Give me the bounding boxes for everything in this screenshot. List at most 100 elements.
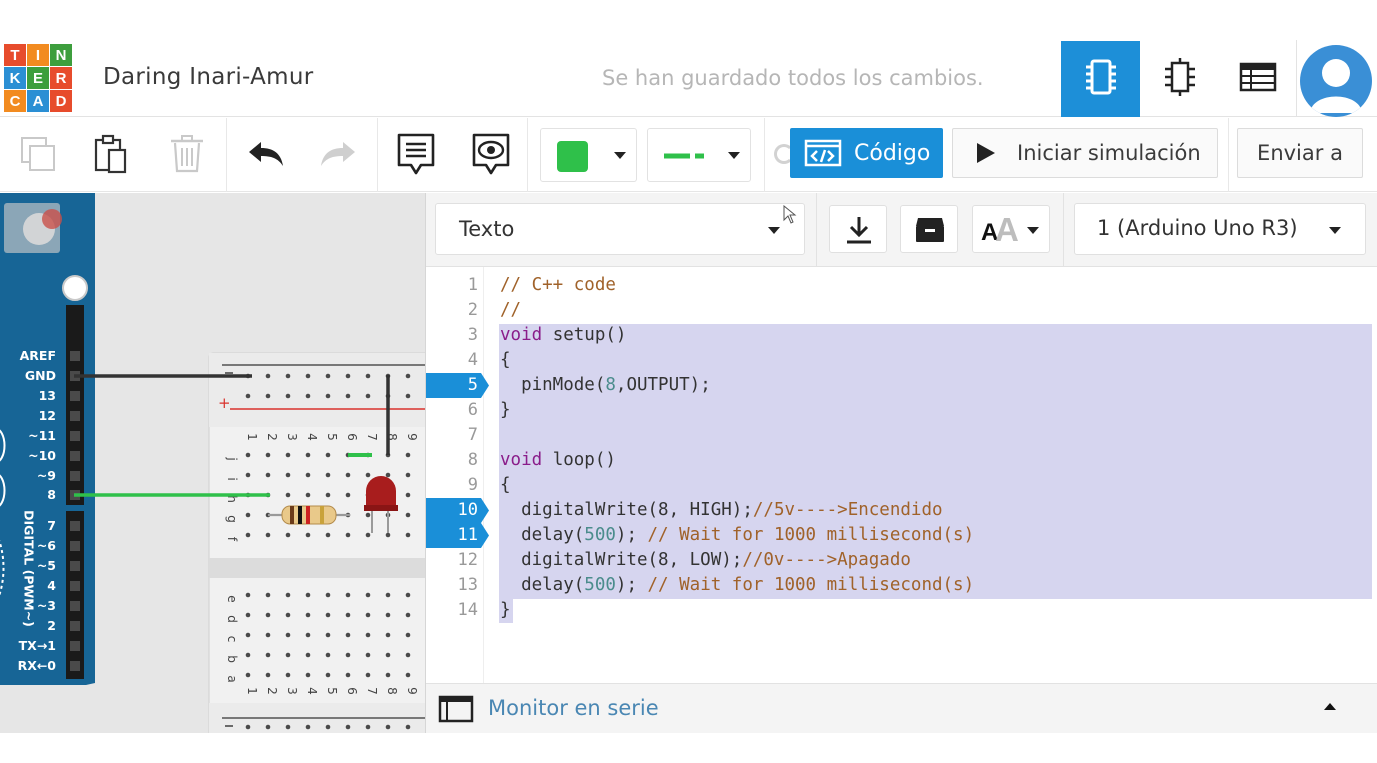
- breadboard-hole[interactable]: [365, 472, 371, 478]
- arduino-header-pin[interactable]: [70, 351, 80, 361]
- arduino-header-pin[interactable]: [70, 641, 80, 651]
- breadboard-hole[interactable]: [265, 472, 271, 478]
- code-editor[interactable]: 1 2 3 4 5 6 7 8 9 10 11 12 13 14 // C++ code//void se…: [426, 267, 1377, 683]
- breadboard-hole[interactable]: [325, 672, 331, 678]
- breadboard-hole[interactable]: [385, 652, 391, 658]
- project-title[interactable]: Daring Inari-Amur: [103, 64, 314, 90]
- breadboard-hole[interactable]: [265, 672, 271, 678]
- code-line[interactable]: delay(500); // Wait for 1000 millisecond…: [500, 523, 974, 548]
- breadboard-hole[interactable]: [385, 592, 391, 598]
- chevron-up-icon[interactable]: [1324, 703, 1336, 710]
- breadboard-hole[interactable]: [305, 592, 311, 598]
- line-number[interactable]: 3: [426, 323, 478, 348]
- line-number[interactable]: 2: [426, 298, 478, 323]
- breadboard-hole[interactable]: [385, 724, 391, 730]
- line-number[interactable]: 8: [426, 448, 478, 473]
- code-line[interactable]: void loop(): [500, 448, 616, 473]
- paste-button[interactable]: [88, 132, 132, 176]
- arduino-header-pin[interactable]: [70, 431, 80, 441]
- breadboard-hole[interactable]: [325, 532, 331, 538]
- code-line[interactable]: // C++ code: [500, 273, 616, 298]
- breadboard-hole[interactable]: [325, 612, 331, 618]
- breadboard-hole[interactable]: [305, 652, 311, 658]
- breadboard-hole[interactable]: [325, 652, 331, 658]
- code-line[interactable]: digitalWrite(8, HIGH);//5v---->Encendido: [500, 498, 942, 523]
- breadboard-hole[interactable]: [265, 532, 271, 538]
- visibility-button[interactable]: [469, 132, 513, 176]
- tinkercad-logo[interactable]: TIN KER CAD: [4, 44, 72, 112]
- arduino-header-pin[interactable]: [70, 451, 80, 461]
- arduino-header-pin[interactable]: [70, 521, 80, 531]
- breadboard-hole[interactable]: [265, 452, 271, 458]
- line-number[interactable]: 7: [426, 423, 478, 448]
- breadboard-hole[interactable]: [345, 393, 351, 399]
- circuit-view-button[interactable]: [1061, 41, 1140, 117]
- breadboard-hole[interactable]: [365, 532, 371, 538]
- breadboard-hole[interactable]: [265, 592, 271, 598]
- breadboard-hole[interactable]: [345, 472, 351, 478]
- line-number[interactable]: 11: [426, 523, 489, 548]
- arduino-header-pin[interactable]: [70, 561, 80, 571]
- breadboard-hole[interactable]: [365, 612, 371, 618]
- breadboard-hole[interactable]: [305, 724, 311, 730]
- line-number[interactable]: 13: [426, 573, 478, 598]
- breadboard-hole[interactable]: [365, 512, 371, 518]
- breadboard-hole[interactable]: [245, 632, 251, 638]
- breadboard-hole[interactable]: [345, 612, 351, 618]
- board-select[interactable]: 1 (Arduino Uno R3): [1074, 203, 1366, 255]
- breadboard-hole[interactable]: [405, 672, 411, 678]
- breadboard-hole[interactable]: [245, 652, 251, 658]
- breadboard-hole[interactable]: [405, 512, 411, 518]
- breadboard-hole[interactable]: [245, 393, 251, 399]
- breadboard-hole[interactable]: [245, 592, 251, 598]
- breadboard-hole[interactable]: [365, 592, 371, 598]
- line-number[interactable]: 9: [426, 473, 478, 498]
- circuit-drawing[interactable]: + 112233445566778899jihgfedcba: [0, 193, 425, 733]
- breadboard-hole[interactable]: [285, 612, 291, 618]
- breadboard-hole[interactable]: [345, 672, 351, 678]
- breadboard-hole[interactable]: [305, 472, 311, 478]
- line-number[interactable]: 1: [426, 273, 478, 298]
- breadboard-hole[interactable]: [405, 592, 411, 598]
- arduino-header-pin[interactable]: [70, 541, 80, 551]
- breadboard-hole[interactable]: [305, 632, 311, 638]
- breadboard-hole[interactable]: [245, 452, 251, 458]
- breadboard-hole[interactable]: [385, 672, 391, 678]
- breadboard-hole[interactable]: [285, 373, 291, 379]
- breadboard-hole[interactable]: [245, 472, 251, 478]
- breadboard-hole[interactable]: [385, 632, 391, 638]
- breadboard-hole[interactable]: [405, 373, 411, 379]
- breadboard-hole[interactable]: [365, 724, 371, 730]
- breadboard-hole[interactable]: [265, 652, 271, 658]
- schematic-view-button[interactable]: [1140, 41, 1219, 117]
- breadboard-hole[interactable]: [285, 452, 291, 458]
- line-number[interactable]: 12: [426, 548, 478, 573]
- breadboard-hole[interactable]: [365, 672, 371, 678]
- breadboard-hole[interactable]: [365, 652, 371, 658]
- breadboard-hole[interactable]: [385, 472, 391, 478]
- circuit-canvas[interactable]: + 112233445566778899jihgfedcba AREF GND …: [0, 193, 425, 733]
- copy-button[interactable]: [16, 132, 60, 176]
- breadboard-hole[interactable]: [285, 472, 291, 478]
- breadboard-hole[interactable]: [285, 632, 291, 638]
- breadboard-hole[interactable]: [325, 632, 331, 638]
- breadboard-hole[interactable]: [405, 472, 411, 478]
- breadboard-hole[interactable]: [285, 672, 291, 678]
- breadboard-hole[interactable]: [345, 592, 351, 598]
- breadboard-hole[interactable]: [305, 612, 311, 618]
- user-avatar[interactable]: [1300, 45, 1372, 117]
- breadboard-hole[interactable]: [365, 393, 371, 399]
- breadboard-hole[interactable]: [345, 724, 351, 730]
- breadboard-hole[interactable]: [325, 452, 331, 458]
- arduino-header-pin[interactable]: [70, 581, 80, 591]
- line-number[interactable]: 5: [426, 373, 489, 398]
- code-line[interactable]: delay(500); // Wait for 1000 millisecond…: [500, 573, 974, 598]
- breadboard-hole[interactable]: [405, 492, 411, 498]
- breadboard-hole[interactable]: [285, 393, 291, 399]
- line-number[interactable]: 14: [426, 598, 478, 623]
- breadboard-hole[interactable]: [265, 612, 271, 618]
- breadboard-hole[interactable]: [345, 532, 351, 538]
- code-line[interactable]: //: [500, 298, 521, 323]
- breadboard-hole[interactable]: [305, 492, 311, 498]
- breadboard-hole[interactable]: [405, 393, 411, 399]
